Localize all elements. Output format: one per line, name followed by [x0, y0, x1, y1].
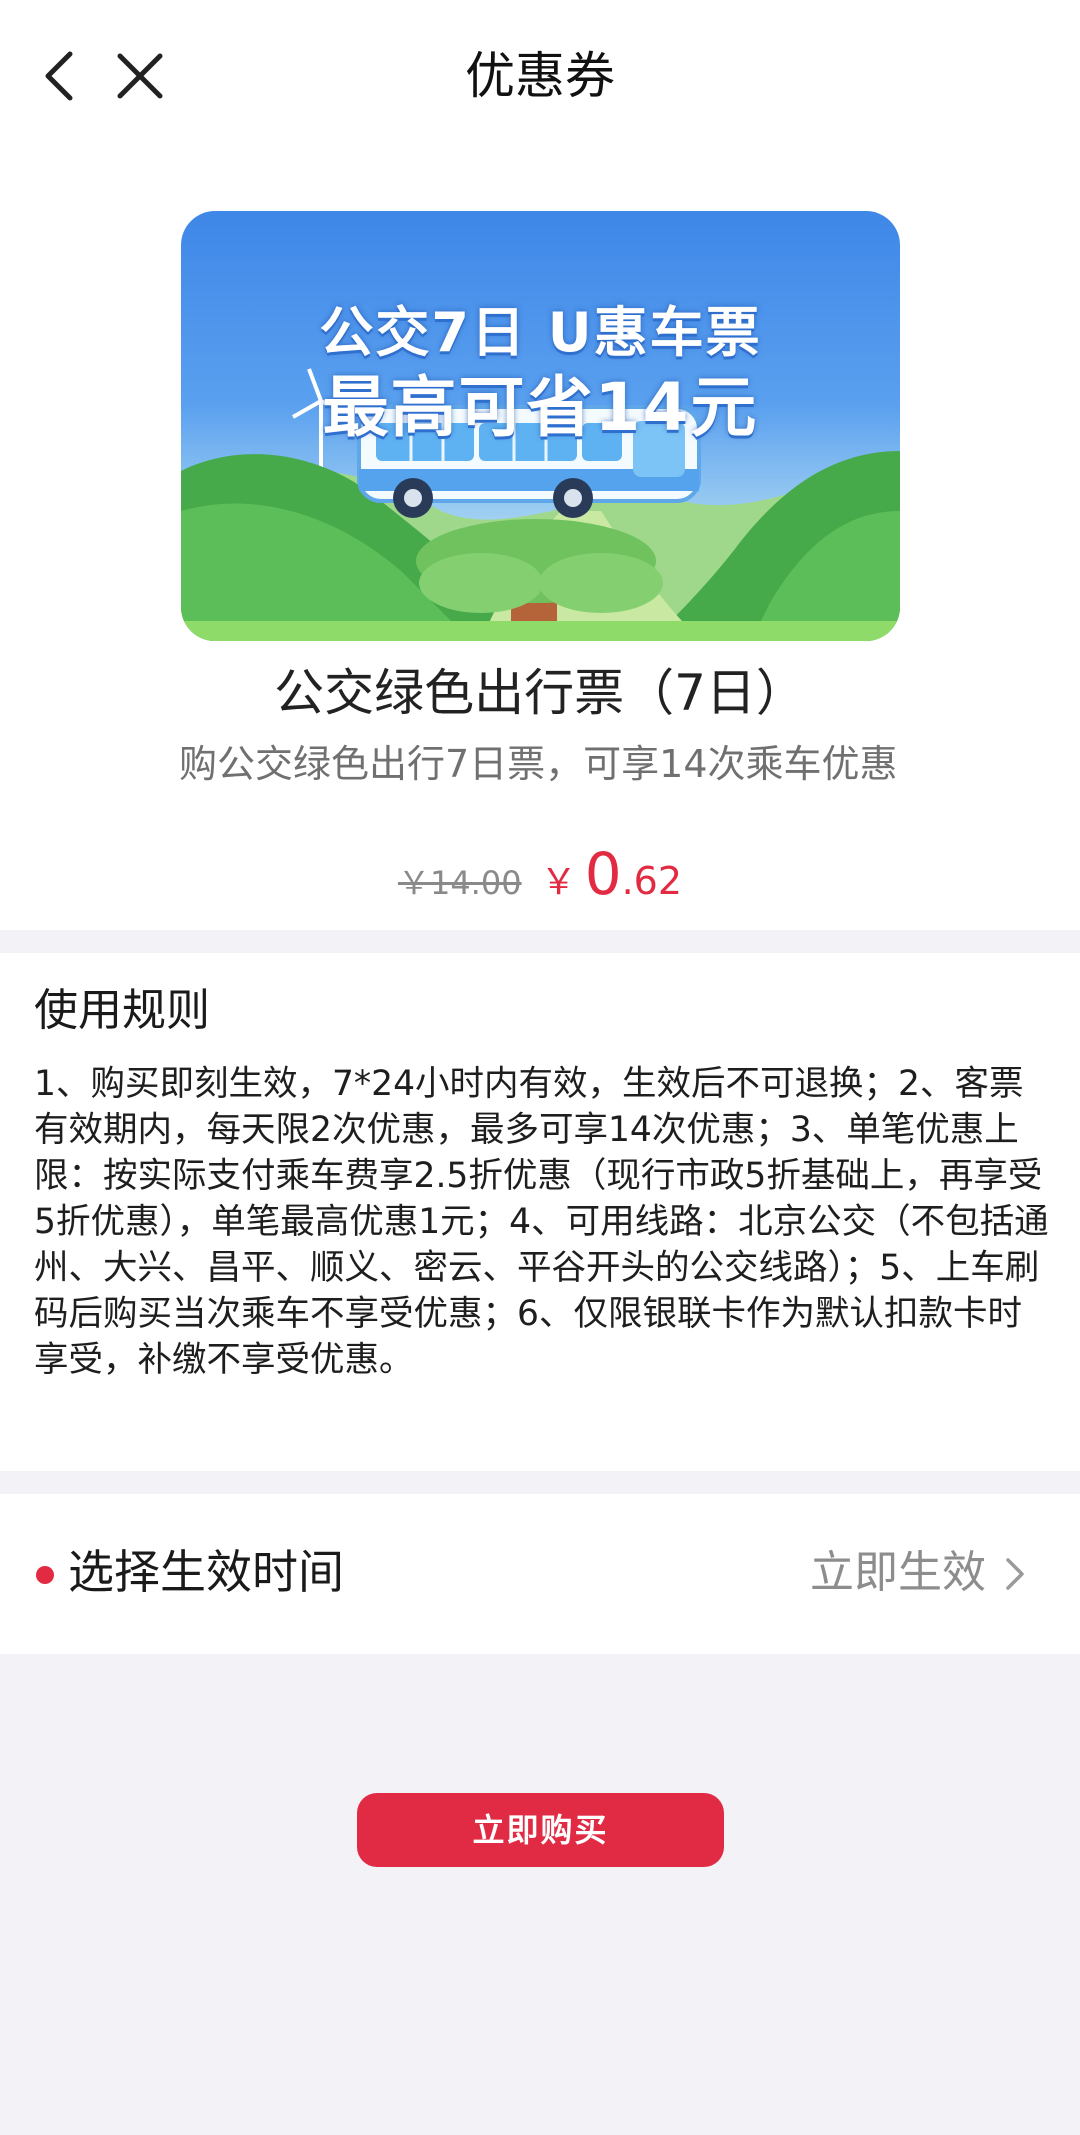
product-card: 公交7日 U惠车票 最高可省14元 公交绿色出行票（7日） 购公交绿色出行7日票… — [0, 150, 1080, 930]
required-dot-icon — [36, 1566, 54, 1584]
rules-text: 1、购买即刻生效，7*24小时内有效，生效后不可退换；2、客票有效期内，每天限2… — [34, 1064, 1049, 1380]
price-currency-symbol: ￥ — [540, 862, 577, 903]
usage-rules-section: 使用规则 1、购买即刻生效，7*24小时内有效，生效后不可退换；2、客票有效期内… — [0, 953, 1080, 1471]
page-title: 优惠券 — [465, 47, 615, 105]
price-integer: 0 — [584, 840, 622, 908]
banner-headline: 公交7日 U惠车票 — [319, 301, 762, 364]
effective-time-label: 选择生效时间 — [68, 1545, 344, 1599]
rules-title: 使用规则 — [34, 985, 210, 1036]
price-decimal: .62 — [621, 859, 683, 903]
top-navigation-bar: 优惠券 — [0, 0, 1080, 150]
current-price: ￥ 0.62 — [541, 840, 682, 908]
buy-now-button[interactable]: 立即购买 — [357, 1793, 724, 1867]
original-price: ￥14.00 — [397, 864, 522, 902]
product-name: 公交绿色出行票（7日） — [274, 664, 806, 722]
effective-time-value[interactable]: 立即生效 — [810, 1542, 986, 1604]
chevron-right-icon — [1006, 1558, 1024, 1590]
banner-subheadline: 最高可省14元 — [322, 369, 759, 446]
product-description: 购公交绿色出行7日票，可享14次乘车优惠 — [179, 742, 898, 786]
product-banner: 公交7日 U惠车票 最高可省14元 — [181, 211, 900, 641]
price-row: ￥14.00 ￥ 0.62 — [0, 840, 1080, 908]
effective-time-selector[interactable]: 选择生效时间 立即生效 — [0, 1494, 1080, 1654]
